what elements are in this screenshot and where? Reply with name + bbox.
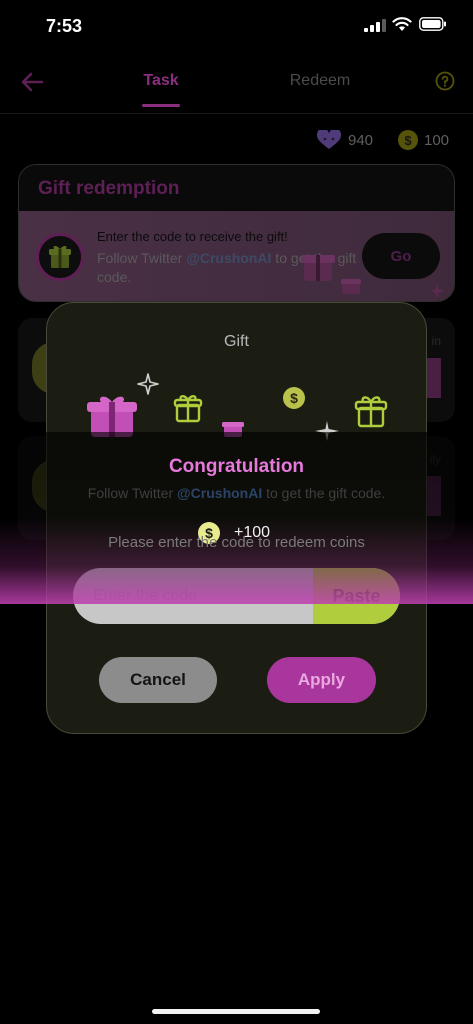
gift-redemption-card: Gift redemption Enter the code to receiv…: [18, 164, 455, 302]
green-gift-icon: [173, 395, 203, 423]
battery-icon: [419, 17, 446, 31]
toast-follow-suffix: to get the gift code.: [262, 485, 386, 501]
status-time: 7:53: [46, 16, 83, 36]
apply-button[interactable]: Apply: [267, 657, 376, 703]
go-button[interactable]: Go: [362, 233, 440, 279]
toast-twitter-handle: @CrushonAI: [177, 485, 263, 501]
gift-box-icon: [49, 245, 71, 268]
gift-avatar: [36, 233, 84, 281]
home-indicator: [152, 1009, 320, 1014]
top-nav: Task Redeem: [0, 52, 473, 114]
back-arrow-icon[interactable]: [18, 68, 46, 96]
heart-icon: [316, 130, 342, 149]
redeem-hint: Please enter the code to redeem coins: [108, 534, 365, 551]
gift-card-title: Gift redemption: [19, 165, 454, 211]
coins-count: 100: [424, 131, 450, 149]
wifi-icon: [392, 17, 412, 31]
hearts-balance: 940: [316, 128, 373, 152]
gift-card-body: Enter the code to receive the gift! Foll…: [19, 211, 454, 301]
gift-follow-prefix: Follow Twitter: [97, 250, 187, 266]
toast-background-text: Follow Twitter @CrushonAI to get the gif…: [0, 484, 473, 503]
task-corner-label: in: [431, 334, 441, 348]
coins-balance: $ 100: [398, 128, 449, 152]
tab-task[interactable]: Task: [125, 72, 197, 90]
status-bar: 7:53: [0, 0, 473, 52]
toast-title: Congratulation: [168, 456, 305, 477]
congratulation-toast: Congratulation Follow Twitter @CrushonAI…: [0, 432, 473, 604]
gift-box-decoration-icon: [301, 255, 335, 281]
dialog-title: Gift: [224, 333, 249, 350]
pink-gift-icon: [87, 396, 137, 437]
green-gift-icon: [354, 396, 388, 428]
cancel-button[interactable]: Cancel: [99, 657, 217, 703]
hearts-count: 940: [348, 131, 374, 149]
coin-decoration-icon: $: [283, 387, 305, 409]
small-gift-decoration-icon: [341, 279, 361, 294]
sparkle-decoration-icon: [429, 283, 445, 299]
cellular-signal-icon: [364, 19, 386, 32]
gift-instruction: Enter the code to receive the gift!: [97, 229, 288, 244]
toast-follow-prefix: Follow Twitter: [87, 485, 178, 501]
sparkle-icon: [137, 373, 159, 395]
twitter-handle-link[interactable]: @CrushonAI: [186, 250, 271, 266]
tab-redeem[interactable]: Redeem: [270, 72, 370, 90]
help-icon[interactable]: [435, 71, 455, 91]
tab-active-indicator: [142, 104, 180, 107]
coin-icon: $: [398, 130, 418, 150]
